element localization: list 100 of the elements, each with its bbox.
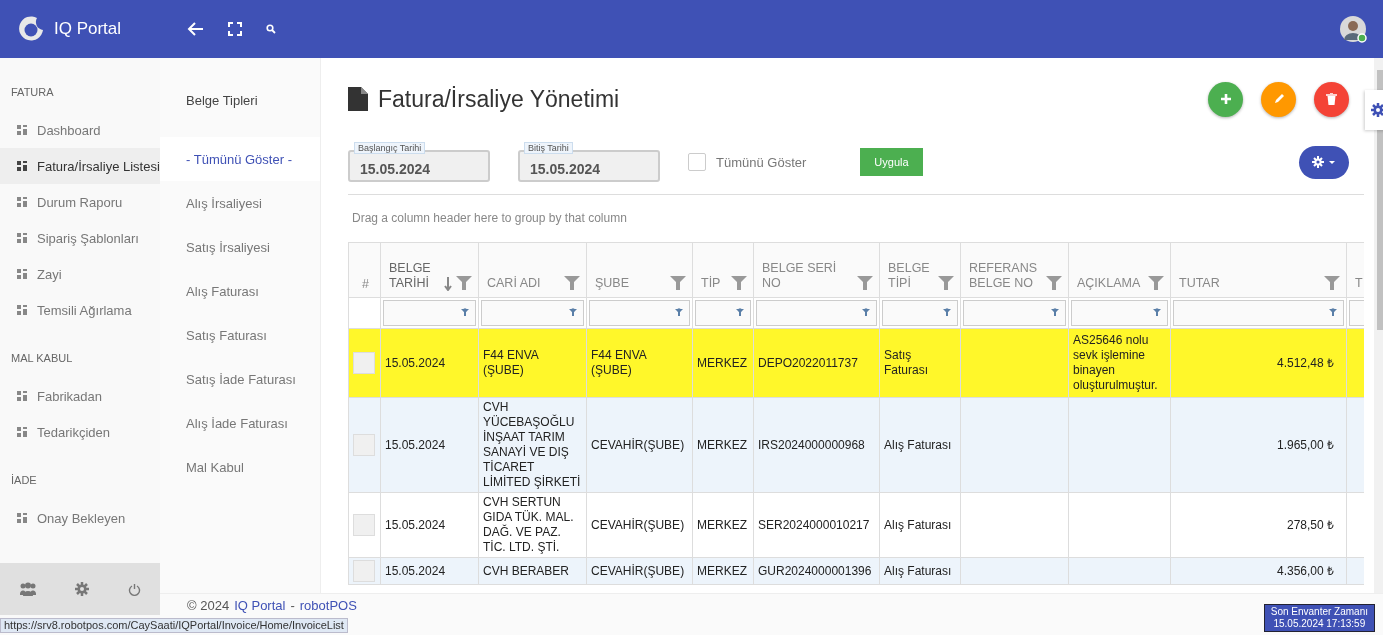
filter-icon[interactable]: [461, 308, 469, 318]
column-header[interactable]: REFERANS BELGE NO: [960, 242, 1069, 298]
sidebar-item[interactable]: Zayi: [0, 256, 160, 292]
table-cell: 4.512,48 ₺: [1276, 355, 1334, 370]
table-cell: CVH SERTUN GIDA TÜK. MAL. DAĞ. VE PAZ. TİC. LTD. ŞTİ.: [483, 495, 574, 554]
column-header: #: [348, 242, 381, 298]
sidebar-item[interactable]: Fabrikadan: [0, 378, 160, 414]
doc-type-item[interactable]: Satış İrsaliyesi: [160, 225, 320, 269]
doc-type-item[interactable]: Alış İade Faturası: [160, 401, 320, 445]
filter-icon[interactable]: [670, 275, 686, 291]
table-cell: CEVAHİR(ŞUBE): [591, 563, 685, 578]
column-header[interactable]: ŞUBE: [586, 242, 693, 298]
doc-type-item[interactable]: Satış İade Faturası: [160, 357, 320, 401]
table-cell: 15.05.2024: [385, 517, 446, 532]
back-arrow-icon[interactable]: [186, 21, 204, 37]
page-title: Fatura/İrsaliye Yönetimi: [378, 85, 620, 113]
filter-input[interactable]: [1173, 300, 1344, 326]
filter-input[interactable]: [882, 300, 958, 326]
filter-input[interactable]: [589, 300, 690, 326]
sidebar-item[interactable]: Onay Bekleyen: [0, 500, 160, 536]
row-checkbox[interactable]: [353, 352, 375, 374]
power-icon[interactable]: [127, 582, 141, 596]
grid-icon: [17, 161, 27, 171]
apply-button[interactable]: Uygula: [860, 148, 923, 176]
doc-type-item[interactable]: - Tümünü Göster -: [160, 137, 320, 181]
fullscreen-icon[interactable]: [228, 22, 242, 36]
sidebar-item[interactable]: Fatura/İrsaliye Listesi: [0, 148, 160, 184]
filter-input[interactable]: [1071, 300, 1168, 326]
filter-icon[interactable]: [857, 275, 873, 291]
group-hint: Drag a column header here to group by that column: [351, 210, 628, 227]
column-header[interactable]: AÇIKLAMA: [1068, 242, 1171, 298]
grid-icon: [17, 513, 27, 523]
table-cell: MERKEZ: [697, 563, 747, 578]
filter-input[interactable]: [481, 300, 584, 326]
table-row[interactable]: 15.05.2024 F44 ENVA (ŞUBE) F44 ENVA (ŞUBE) MERKEZ DEPO2022011737 Satış Faturası AS25646 nolu sevk işlemine binayen oluşturulmuştur. 4.512,48 ₺: [348, 328, 1364, 398]
column-header[interactable]: BELGE TİPİ: [879, 242, 961, 298]
filter-icon[interactable]: [938, 275, 954, 291]
filter-icon[interactable]: [564, 275, 580, 291]
sidebar-item[interactable]: Temsili Ağırlama: [0, 292, 160, 328]
table-cell: MERKEZ: [697, 517, 747, 532]
column-header[interactable]: TUTAR: [1170, 242, 1347, 298]
doc-type-item[interactable]: Alış İrsaliyesi: [160, 181, 320, 225]
delete-button[interactable]: [1314, 81, 1349, 117]
sort-arrow-icon: [444, 277, 452, 291]
filter-icon[interactable]: [1324, 275, 1340, 291]
doc-type-item[interactable]: Alış Faturası: [160, 269, 320, 313]
column-header[interactable]: BELGE TARİHİ: [380, 242, 479, 298]
table-cell: DEPO2022011737: [758, 355, 858, 370]
table-cell: 4.356,00 ₺: [1276, 563, 1334, 578]
search-icon[interactable]: [266, 24, 276, 34]
filter-icon[interactable]: [456, 275, 472, 291]
filter-icon[interactable]: [1153, 308, 1161, 318]
filter-icon[interactable]: [862, 308, 870, 318]
table-row[interactable]: 15.05.2024 CVH YÜCEBAŞOĞLU İNŞAAT TARIM SANAYİ VE DIŞ TİCARET LİMİTED ŞİRKETİ CEVAHİR(ŞUBE) MERKEZ IRS2024000000968 Alış Faturası 1.965,00 ₺: [348, 397, 1364, 493]
table-cell: CVH YÜCEBAŞOĞLU İNŞAAT TARIM SANAYİ VE DIŞ TİCARET LİMİTED ŞİRKETİ: [483, 400, 581, 489]
column-header[interactable]: BELGE SERİ NO: [753, 242, 880, 298]
sidebar-item[interactable]: Sipariş Şablonları: [0, 220, 160, 256]
users-icon[interactable]: [19, 582, 38, 596]
row-checkbox[interactable]: [353, 514, 375, 536]
settings-icon[interactable]: [75, 582, 90, 596]
filter-icon[interactable]: [731, 275, 747, 291]
sidebar-item[interactable]: Dashboard: [0, 112, 160, 148]
table-row[interactable]: 15.05.2024 CVH BERABER CEVAHİR(ŞUBE) MERKEZ GUR2024000001396 Alış Faturası 4.356,00 ₺: [348, 557, 1364, 585]
filter-icon[interactable]: [1148, 275, 1164, 291]
filter-icon[interactable]: [675, 308, 683, 318]
column-header[interactable]: CARİ ADI: [478, 242, 587, 298]
inventory-time: 15.05.2024 17:13:59: [1273, 618, 1366, 630]
filter-input[interactable]: [695, 300, 751, 326]
table-cell: Alış Faturası: [884, 517, 952, 532]
row-checkbox[interactable]: [353, 434, 375, 456]
filter-icon[interactable]: [1051, 308, 1059, 318]
filter-input[interactable]: [383, 300, 476, 326]
footer-link[interactable]: robotPOS: [299, 598, 357, 613]
table-cell: IRS2024000000968: [758, 437, 865, 452]
table-cell: Satış Faturası: [884, 348, 928, 377]
table-cell: MERKEZ: [697, 355, 747, 370]
filter-icon[interactable]: [1046, 275, 1062, 291]
checkbox[interactable]: [688, 153, 706, 171]
status-url: https://srv8.robotpos.com/CaySaati/IQPortal/Invoice/Home/InvoiceList: [0, 618, 348, 633]
settings-dropdown-button[interactable]: [1299, 145, 1349, 179]
edit-button[interactable]: [1261, 81, 1296, 117]
filter-input[interactable]: [963, 300, 1066, 326]
filter-icon[interactable]: [1329, 308, 1337, 318]
column-header[interactable]: TİP: [692, 242, 754, 298]
filter-icon[interactable]: [569, 308, 577, 318]
doc-type-item[interactable]: Satış Faturası: [160, 313, 320, 357]
sidebar-item[interactable]: Tedarikçiden: [0, 414, 160, 450]
table-cell: SER2024000010217: [758, 517, 870, 532]
footer-link[interactable]: IQ Portal: [234, 598, 286, 613]
sidebar-item[interactable]: Durum Raporu: [0, 184, 160, 220]
filter-icon[interactable]: [943, 308, 951, 318]
table-cell: CEVAHİR(ŞUBE): [591, 437, 685, 452]
filter-icon[interactable]: [736, 308, 744, 318]
filter-input[interactable]: [756, 300, 877, 326]
avatar-icon[interactable]: [1339, 15, 1367, 43]
doc-type-item[interactable]: Mal Kabul: [160, 445, 320, 489]
row-checkbox[interactable]: [353, 560, 375, 582]
table-row[interactable]: 15.05.2024 CVH SERTUN GIDA TÜK. MAL. DAĞ. VE PAZ. TİC. LTD. ŞTİ. CEVAHİR(ŞUBE) MERKEZ SER2024000010217 Alış Faturası 278,50 ₺: [348, 492, 1364, 558]
settings-icon: [1371, 103, 1383, 117]
add-button[interactable]: [1208, 81, 1243, 117]
